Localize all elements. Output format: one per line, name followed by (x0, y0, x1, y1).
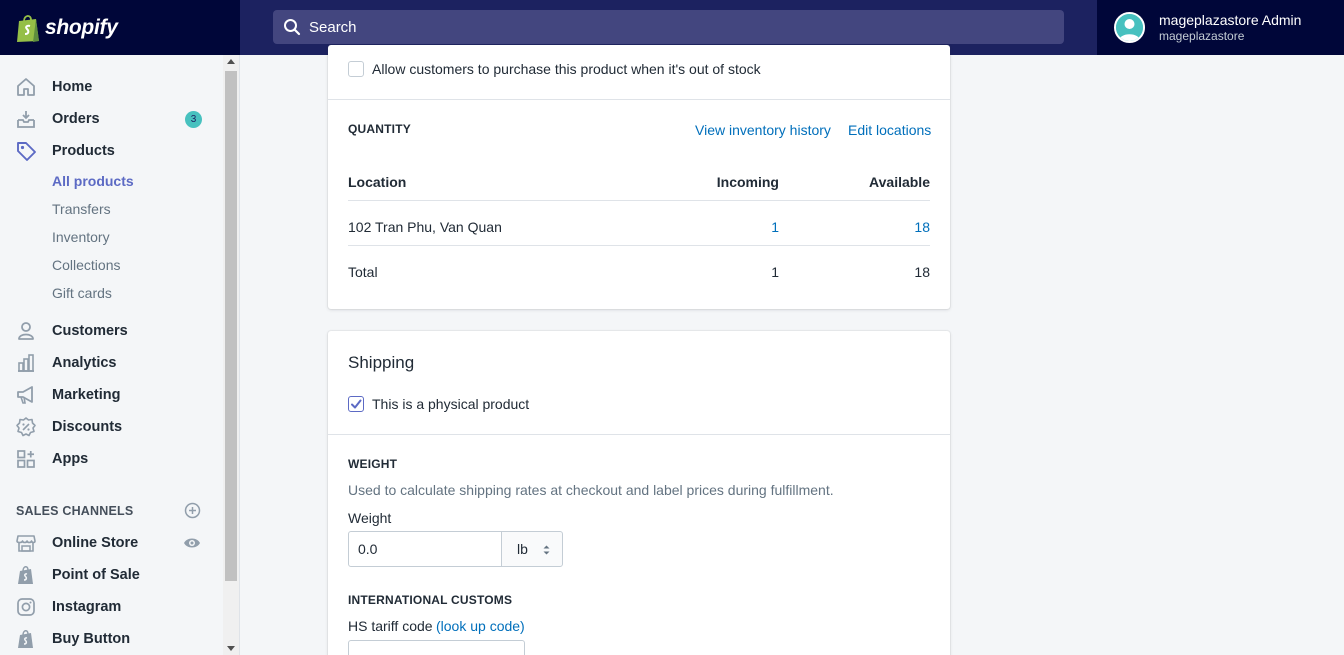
user-avatar-icon (1116, 14, 1143, 41)
sidebar-item-label: Apps (52, 451, 89, 467)
allow-oos-label: Allow customers to purchase this product… (372, 61, 761, 77)
scroll-down-arrow-icon[interactable] (227, 646, 235, 651)
quantity-title: QUANTITY (348, 122, 411, 136)
total-label: Total (348, 264, 378, 280)
sidebar-item-label: Point of Sale (52, 567, 140, 583)
tag-icon (17, 142, 36, 161)
sidebar-item-online-store[interactable]: Online Store (0, 527, 222, 559)
weight-unit-select[interactable]: lb (501, 531, 563, 567)
sidebar-item-analytics[interactable]: Analytics (0, 347, 222, 379)
search-icon (284, 19, 301, 36)
weight-unit-value: lb (517, 541, 528, 557)
sidebar-item-label: Orders (52, 111, 100, 127)
sidebar-item-orders[interactable]: Orders 3 (0, 103, 222, 135)
edit-locations-link[interactable]: Edit locations (848, 122, 931, 138)
column-header-incoming: Incoming (716, 174, 779, 190)
orders-count-badge: 3 (185, 110, 202, 128)
table-divider (348, 245, 930, 246)
shopify-bag-icon (17, 14, 39, 42)
brand-logo[interactable]: shopify (0, 0, 240, 55)
hs-tariff-label: HS tariff code (348, 618, 433, 634)
eye-icon[interactable] (183, 534, 201, 552)
subnav-transfers[interactable]: Transfers (52, 201, 111, 217)
search-placeholder: Search (309, 18, 357, 36)
sidebar-item-apps[interactable]: Apps (0, 443, 222, 475)
total-incoming: 1 (771, 264, 779, 280)
home-icon (17, 78, 35, 96)
sidebar-item-label: Online Store (52, 535, 139, 551)
divider (328, 434, 950, 435)
sidebar-item-products[interactable]: Products (0, 135, 222, 167)
sidebar-item-instagram[interactable]: Instagram (0, 591, 222, 623)
select-arrows-icon (543, 545, 550, 555)
orders-icon (17, 111, 35, 128)
add-channel-icon[interactable] (184, 502, 201, 519)
table-divider (348, 200, 930, 201)
weight-value: 0.0 (358, 541, 378, 557)
view-inventory-history-link[interactable]: View inventory history (695, 122, 831, 138)
sidebar-item-label: Home (52, 79, 93, 95)
physical-product-checkbox[interactable] (348, 396, 364, 412)
discount-icon (16, 417, 36, 437)
shipping-card: Shipping This is a physical product WEIG… (328, 331, 950, 655)
physical-product-label: This is a physical product (372, 396, 530, 412)
subnav-inventory[interactable]: Inventory (52, 229, 110, 245)
customer-icon (18, 322, 34, 340)
total-available: 18 (914, 264, 930, 280)
incoming-quantity-link[interactable]: 1 (679, 219, 779, 235)
shipping-title: Shipping (348, 353, 415, 372)
sidebar: Home Orders 3 Products All products Tran… (0, 55, 240, 655)
sidebar-item-label: Customers (52, 323, 128, 339)
weight-label: Weight (348, 510, 392, 526)
weight-input[interactable]: 0.0 (348, 531, 503, 567)
user-menu[interactable]: mageplazastore Admin mageplazastore (1097, 0, 1344, 55)
allow-oos-checkbox[interactable] (348, 61, 364, 77)
instagram-icon (17, 598, 35, 616)
sidebar-item-buy-button[interactable]: Buy Button (0, 623, 222, 655)
subnav-gift-cards[interactable]: Gift cards (52, 285, 112, 301)
location-name: 102 Tran Phu, Van Quan (348, 219, 502, 235)
hs-tariff-input[interactable] (348, 640, 525, 655)
user-store: mageplazastore (1159, 28, 1245, 43)
available-quantity-link[interactable]: 18 (830, 219, 930, 235)
store-icon (16, 535, 36, 552)
column-header-location: Location (348, 174, 407, 190)
look-up-code-link[interactable]: (look up code) (436, 618, 525, 634)
checkmark-icon (351, 399, 362, 409)
sidebar-scrollbar[interactable] (223, 55, 239, 655)
analytics-icon (18, 354, 34, 372)
buy-button-icon (18, 630, 33, 648)
user-name: mageplazastore Admin (1159, 11, 1302, 28)
sidebar-item-label: Discounts (52, 419, 123, 435)
sidebar-item-label: Marketing (52, 387, 121, 403)
subnav-collections[interactable]: Collections (52, 257, 120, 273)
inventory-card: Allow customers to purchase this product… (328, 45, 950, 309)
avatar (1114, 12, 1145, 43)
divider (328, 99, 950, 100)
weight-title: WEIGHT (348, 457, 398, 471)
column-header-available: Available (869, 174, 930, 190)
customs-title: INTERNATIONAL CUSTOMS (348, 593, 513, 607)
search-bar[interactable]: Search (273, 10, 1064, 44)
sidebar-item-customers[interactable]: Customers (0, 315, 222, 347)
pos-icon (18, 566, 33, 584)
brand-name: shopify (45, 15, 118, 39)
sidebar-item-point-of-sale[interactable]: Point of Sale (0, 559, 222, 591)
sidebar-item-label: Instagram (52, 599, 122, 615)
sidebar-item-marketing[interactable]: Marketing (0, 379, 222, 411)
megaphone-icon (17, 386, 33, 404)
scrollbar-thumb[interactable] (225, 71, 237, 581)
scroll-up-arrow-icon[interactable] (227, 59, 235, 64)
sidebar-item-home[interactable]: Home (0, 71, 222, 103)
sales-channels-title: SALES CHANNELS (16, 504, 134, 518)
subnav-all-products[interactable]: All products (52, 173, 134, 189)
sidebar-item-label: Products (52, 143, 115, 159)
sidebar-item-label: Buy Button (52, 631, 131, 647)
apps-icon (17, 450, 35, 468)
sidebar-item-discounts[interactable]: Discounts (0, 411, 222, 443)
weight-help-text: Used to calculate shipping rates at chec… (348, 482, 834, 498)
sidebar-item-label: Analytics (52, 355, 117, 371)
